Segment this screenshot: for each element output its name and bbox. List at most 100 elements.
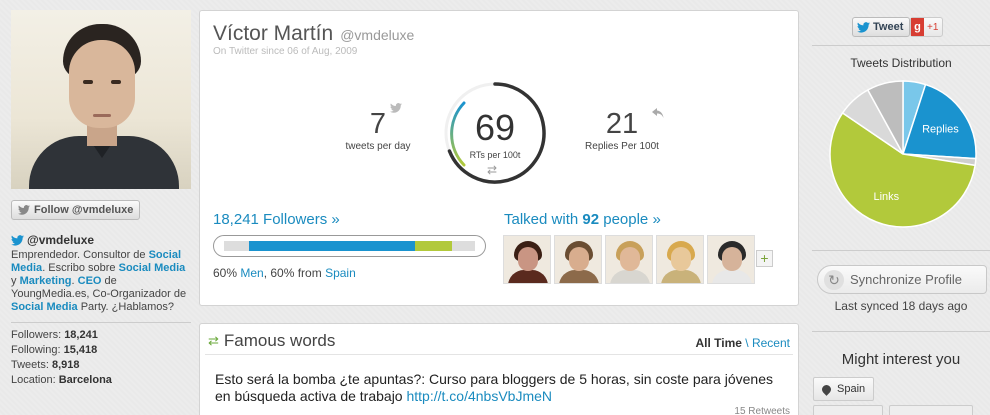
- bio-keyword[interactable]: Social Media: [119, 262, 186, 274]
- famous-words-title: ⇄ Famous words: [208, 331, 335, 351]
- avatar-mouth: [93, 114, 111, 117]
- famous-tweet-link[interactable]: http://t.co/4nbsVbJmeN: [406, 388, 552, 404]
- divider: [812, 331, 990, 332]
- famous-retweet-count: 15 Retweets: [734, 406, 790, 415]
- stat-value: 15,418: [63, 344, 98, 356]
- stat-label: Followers:: [11, 329, 62, 341]
- tweet-button-label: Tweet: [873, 21, 904, 33]
- might-interest-title: Might interest you: [841, 351, 961, 368]
- pie-label: Replies: [922, 124, 959, 136]
- talked-count: 92: [582, 211, 600, 228]
- bio-heading: @vmdeluxe: [11, 233, 191, 247]
- twitter-bird-icon: [11, 234, 24, 246]
- twitter-bird-icon: [18, 205, 30, 215]
- bio-handle: @vmdeluxe: [27, 233, 95, 247]
- twitter-bird-icon: [857, 21, 870, 33]
- caption-country[interactable]: Spain: [325, 266, 356, 280]
- bar-men-fill: [249, 241, 415, 251]
- famous-words-card: ⇄ Famous words All Time \ Recent Esto se…: [199, 323, 799, 415]
- talked-part: people »: [599, 211, 661, 228]
- avatar-eye: [111, 80, 121, 84]
- filter-recent[interactable]: Recent: [752, 336, 790, 350]
- talked-person-avatar[interactable]: [503, 235, 551, 284]
- google-plus-icon: g: [911, 18, 924, 36]
- filter-separator: \: [741, 336, 752, 350]
- refresh-icon: ↻: [824, 269, 844, 290]
- synchronize-profile-button[interactable]: ↻ Synchronize Profile: [817, 265, 987, 294]
- retweet-icon: ⇄: [487, 163, 498, 177]
- metric-tweets-per-day: 7 tweets per day: [328, 108, 428, 152]
- caption-part: 60%: [213, 266, 241, 280]
- tag-label: Spain: [837, 383, 866, 395]
- bio-text: Emprendedor. Consultor de Social Media. …: [11, 249, 191, 314]
- bio-part: . Escribo sobre: [42, 262, 119, 274]
- stat-tweets: Tweets: 8,918: [11, 358, 191, 373]
- people-avatars: [503, 235, 755, 284]
- bar-secondary-fill: [414, 241, 453, 251]
- metric-label: Replies Per 100t: [585, 141, 659, 152]
- interest-tag-spain[interactable]: Spain: [813, 377, 875, 401]
- filter-all-time[interactable]: All Time: [695, 336, 741, 350]
- followers-gender-bar: [213, 235, 486, 257]
- follow-button[interactable]: Follow @vmdeluxe: [11, 200, 141, 220]
- google-plus-label: +1: [927, 21, 939, 33]
- followers-link[interactable]: 18,241 Followers »: [213, 211, 340, 228]
- metric-value: 7: [369, 108, 387, 140]
- talked-person-avatar[interactable]: [656, 235, 704, 284]
- stat-value: Barcelona: [58, 374, 112, 386]
- profile-stats: Followers: 18,241 Following: 15,418 Twee…: [11, 322, 191, 388]
- distribution-title: Tweets Distribution: [850, 56, 952, 70]
- location-pin-icon: [820, 382, 833, 396]
- talked-part: Talked with: [504, 211, 583, 228]
- divider: [812, 250, 990, 251]
- bio-keyword[interactable]: Social Media: [11, 301, 78, 313]
- followers-caption: 60% Men, 60% from Spain: [213, 266, 356, 280]
- bar-track: [224, 241, 475, 251]
- famous-tweet: Esto será la bomba ¿te apuntas?: Curso p…: [205, 354, 793, 415]
- google-plus-button[interactable]: g +1: [910, 17, 943, 37]
- metric-value: 21: [605, 108, 639, 140]
- sync-label: Synchronize Profile: [850, 272, 962, 287]
- stat-following: Following: 15,418: [11, 343, 191, 358]
- stat-label: Location:: [11, 374, 56, 386]
- famous-title-text: Famous words: [223, 331, 336, 350]
- more-people-button[interactable]: +: [756, 250, 773, 267]
- profile-handle[interactable]: @vmdeluxe: [340, 27, 414, 43]
- member-since: On Twitter since 06 of Aug, 2009: [213, 46, 358, 57]
- pie-label: Links: [873, 191, 899, 203]
- stat-location: Location: Barcelona: [11, 373, 191, 388]
- left-column: Follow @vmdeluxe @vmdeluxe Emprendedor. …: [11, 10, 191, 388]
- bio-part: Emprendedor. Consultor de: [11, 249, 149, 261]
- interest-tag[interactable]: [889, 405, 973, 415]
- caption-men[interactable]: Men: [240, 266, 263, 280]
- bio-keyword[interactable]: Marketing: [20, 275, 72, 287]
- share-bar: Tweet g +1: [812, 10, 990, 46]
- rts-value: 69: [474, 107, 516, 148]
- last-synced: Last synced 18 days ago: [834, 299, 968, 313]
- talked-person-avatar[interactable]: [707, 235, 755, 284]
- retweet-icon: ⇄: [208, 333, 219, 348]
- avatar-eye: [83, 80, 93, 84]
- talked-with-link[interactable]: Talked with 92 people »: [504, 211, 661, 228]
- tweet-button[interactable]: Tweet: [852, 17, 911, 37]
- metric-label: tweets per day: [345, 141, 411, 152]
- bio-keyword[interactable]: CEO: [78, 275, 102, 287]
- name-row: Víctor Martín @vmdeluxe: [213, 22, 414, 46]
- stat-label: Following:: [11, 344, 61, 356]
- metric-replies: 21 Replies Per 100t: [572, 108, 672, 152]
- stat-followers: Followers: 18,241: [11, 328, 191, 343]
- caption-part: , 60% from: [263, 266, 326, 280]
- bio-part: y: [11, 275, 20, 287]
- interest-tag[interactable]: [813, 405, 883, 415]
- talked-person-avatar[interactable]: [605, 235, 653, 284]
- famous-filter: All Time \ Recent: [695, 336, 790, 350]
- follow-button-label: Follow @vmdeluxe: [34, 204, 134, 216]
- stat-value: 18,241: [64, 329, 98, 341]
- rts-label: RTs per 100t: [469, 150, 521, 160]
- stat-value: 8,918: [51, 359, 80, 371]
- bio-part: Party. ¿Hablamos?: [77, 301, 175, 313]
- talked-person-avatar[interactable]: [554, 235, 602, 284]
- stat-label: Tweets:: [11, 359, 49, 371]
- tweets-distribution-pie: Replies Links: [829, 80, 977, 228]
- profile-avatar[interactable]: [11, 10, 191, 189]
